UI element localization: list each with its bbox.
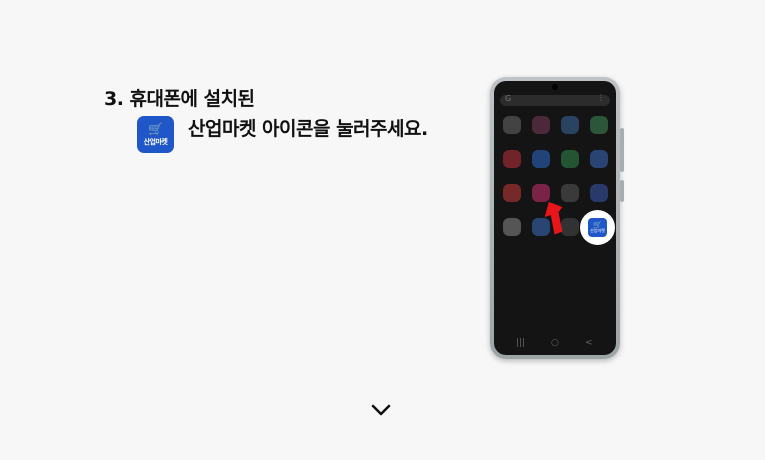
instruction-text: 산업마켓 아이콘을 눌러주세요. [188,118,428,140]
highlighted-app-label: 산업마켓 [590,228,605,233]
phone-app-icon [503,184,521,202]
phone-app-icon [532,150,550,168]
cart-icon: 🛒 [148,121,163,136]
app-icon-label: 산업마켓 [143,137,168,146]
phone-app-icon [561,116,579,134]
menu-icon: ⋮ [597,93,605,102]
chevron-down-icon[interactable] [370,403,392,417]
phone-app-icon [561,150,579,168]
phone-app-icon [532,116,550,134]
phone-app-icon [590,116,608,134]
phone-app-icon [590,184,608,202]
nav-back-icon: < [585,338,593,348]
app-icon: 🛒 산업마켓 [137,116,174,153]
phone-search-bar: G ⋮ [500,93,610,106]
phone-app-icon [503,150,521,168]
phone-app-icon [503,116,521,134]
nav-home-icon: ○ [551,338,559,348]
phone-app-icon [590,150,608,168]
phone-camera [552,84,558,90]
pointer-arrow-icon [544,201,563,235]
phone-app-icon [503,218,521,236]
nav-recent-icon: ||| [516,338,526,348]
highlighted-app-icon: 🛒 산업마켓 [588,218,607,237]
google-icon: G [505,94,512,103]
phone-side-button [620,180,624,202]
step-title: 3. 휴대폰에 설치된 [104,88,255,110]
phone-side-button [620,128,624,172]
